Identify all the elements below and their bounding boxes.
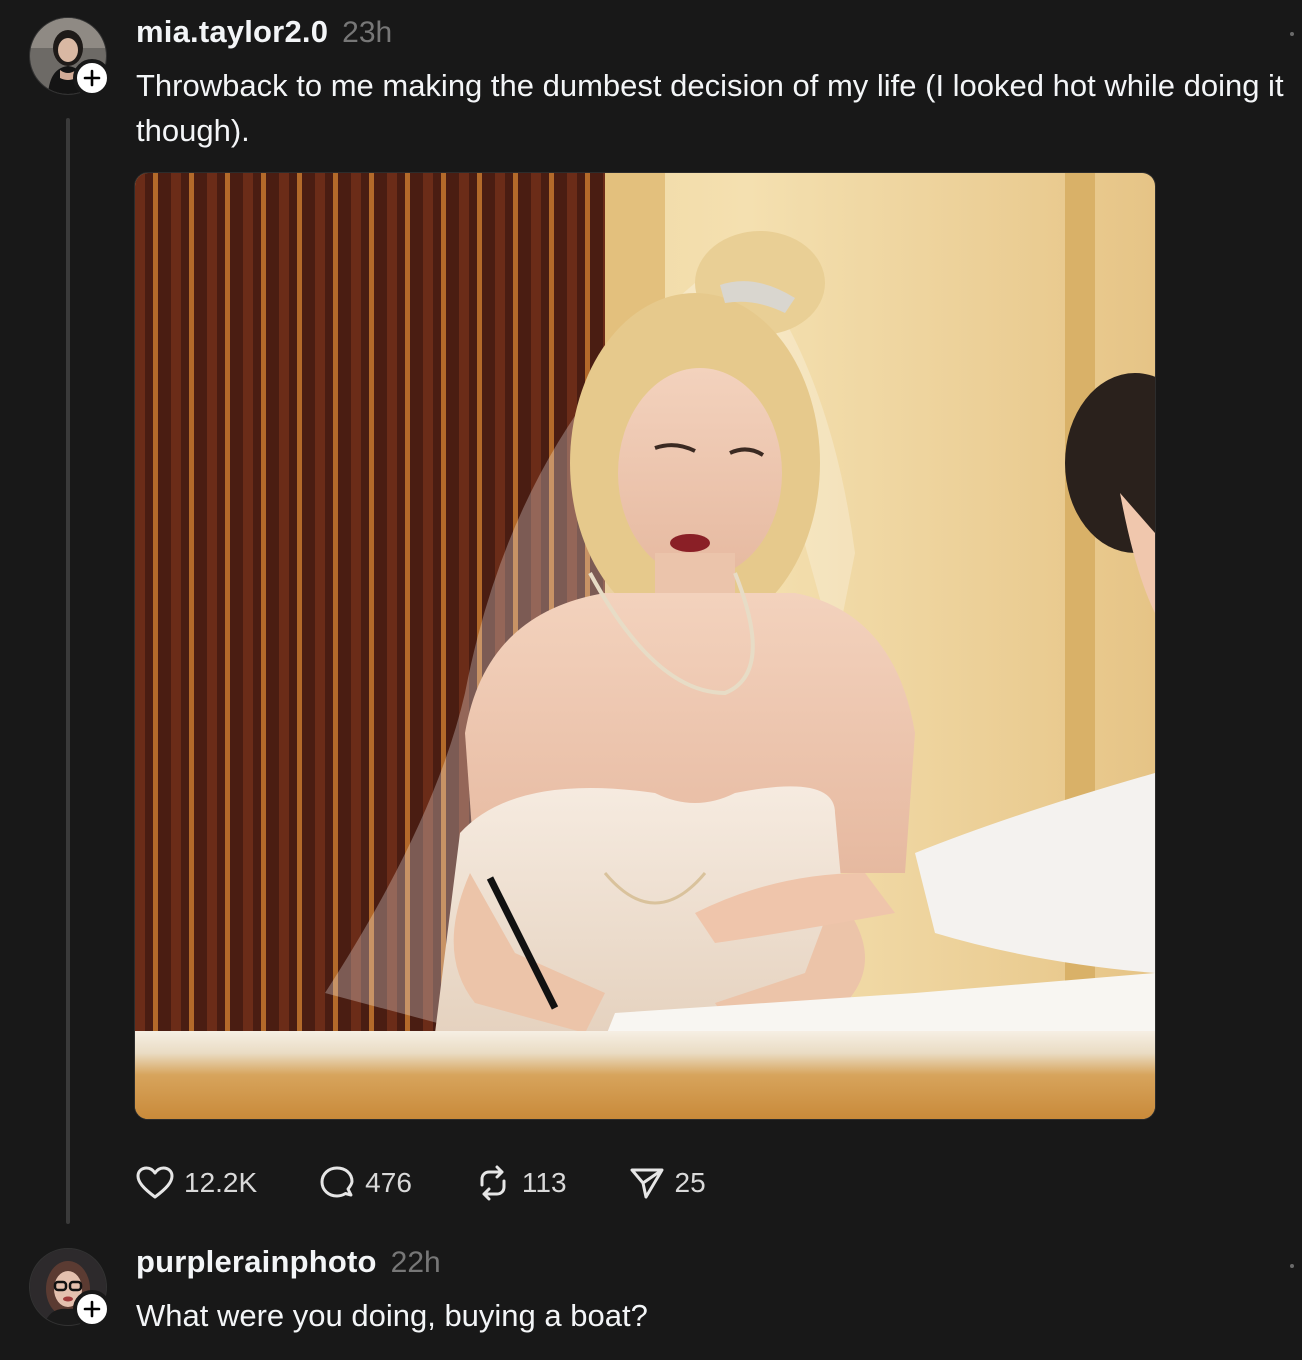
like-button[interactable]: 12.2K xyxy=(136,1166,257,1200)
reply-count: 476 xyxy=(365,1167,412,1198)
post-timestamp[interactable]: 23h xyxy=(342,16,392,50)
share-count: 25 xyxy=(674,1167,706,1198)
reply-header: purplerainphoto 22h xyxy=(136,1244,441,1280)
post-body-text: Throwback to me making the dumbest decis… xyxy=(136,68,1284,148)
share-button[interactable]: 25 xyxy=(629,1165,706,1201)
repost-arrows-icon xyxy=(480,1165,506,1201)
plus-icon xyxy=(83,69,101,87)
reply-button[interactable]: 476 xyxy=(319,1165,412,1201)
plus-icon xyxy=(83,1300,101,1318)
thread-connector-line xyxy=(66,118,70,1224)
like-count: 12.2K xyxy=(184,1167,258,1198)
more-options-icon[interactable] xyxy=(1290,1264,1294,1268)
reply-timestamp[interactable]: 22h xyxy=(391,1246,441,1280)
reply-username[interactable]: purplerainphoto xyxy=(136,1244,377,1280)
author-username[interactable]: mia.taylor2.0 xyxy=(136,14,328,50)
follow-button[interactable] xyxy=(73,59,111,97)
author-avatar-container[interactable] xyxy=(29,17,111,97)
repost-button[interactable]: 113 xyxy=(474,1165,567,1201)
send-paper-plane-icon xyxy=(630,1168,664,1199)
more-options-icon[interactable] xyxy=(1290,32,1294,36)
post-actions-bar: 12.2K 476 113 25 xyxy=(136,1160,768,1206)
post-header: mia.taylor2.0 23h xyxy=(136,14,392,50)
heart-icon xyxy=(136,1166,174,1199)
repost-count: 113 xyxy=(521,1167,567,1198)
reply-body-text: What were you doing, buying a boat? xyxy=(136,1298,648,1333)
post-image[interactable] xyxy=(134,172,1156,1120)
thread-post-reply: purplerainphoto 22h What were you doing,… xyxy=(0,1230,1302,1360)
reply-avatar-container[interactable] xyxy=(29,1248,111,1328)
comment-bubble-icon xyxy=(320,1166,354,1198)
follow-button[interactable] xyxy=(73,1290,111,1328)
thread-post-main: mia.taylor2.0 23h Throwback to me making… xyxy=(0,0,1302,1230)
